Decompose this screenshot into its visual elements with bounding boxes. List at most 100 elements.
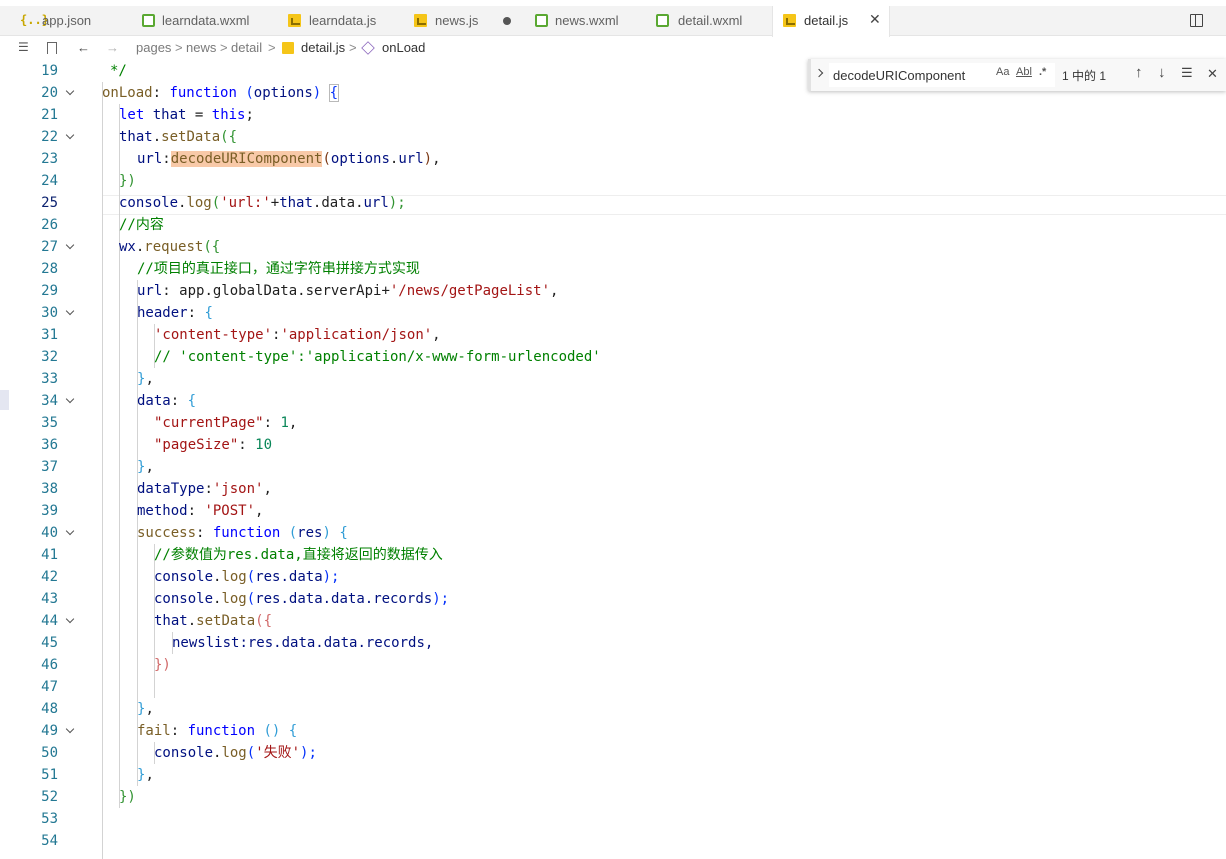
token: that [152,107,187,123]
code-line: }, [137,698,154,720]
line-number: 39 [41,503,58,519]
token: log [221,569,247,585]
code-line: dataType:'json', [137,478,272,500]
token: onLoad [102,85,153,101]
code-line: console.log('失败'); [154,742,317,764]
token: function [187,723,256,739]
line-number: 31 [41,327,58,343]
line-number: 36 [41,437,58,453]
split-editor-icon[interactable] [1190,14,1203,27]
whole-word-icon[interactable]: Abl [1016,66,1032,78]
code-line: url: app.globalData.serverApi+'/news/get… [137,280,558,302]
tab-learndata-js[interactable]: learndata.js [276,6,402,36]
comment-token: //项目的真正接口，通过字符串拼接方式实现 [137,261,420,277]
token: wx [119,239,136,255]
code-line: }) [154,654,171,676]
fold-chevron-icon[interactable] [64,302,76,324]
list-icon[interactable]: ☰ [18,40,29,54]
token: }) [119,789,136,805]
line-number: 47 [41,679,58,695]
comment-token: */ [110,63,127,79]
tab-detail-wxml[interactable]: detail.wxml [644,6,770,36]
fold-chevron-icon[interactable] [64,610,76,632]
fold-chevron-icon[interactable] [64,82,76,104]
code-line: // 'content-type':'application/x-www-for… [154,346,601,368]
token: , [145,767,154,783]
breadcrumb-news[interactable]: news [186,40,216,55]
token: setData [196,613,256,629]
token: newslist [172,635,240,651]
token: ); [300,745,317,761]
next-match-icon[interactable]: ↓ [1158,64,1166,81]
token: { [204,305,213,321]
token: "currentPage" [154,415,264,431]
token: ; [245,107,254,123]
line-number: 27 [41,239,58,255]
line-number: 50 [41,745,58,761]
fold-chevron-icon[interactable] [64,126,76,148]
fold-chevron-icon[interactable] [64,522,76,544]
token: .data. [312,195,364,211]
tab-label: detail.wxml [678,13,743,28]
code-line: that.setData({ [154,610,272,632]
token: that [279,195,313,211]
tab-app-json[interactable]: {..} app.json [12,6,128,36]
back-arrow-icon[interactable]: ← [77,40,90,55]
code-line: "currentPage": 1, [154,412,297,434]
close-find-icon[interactable]: ✕ [1207,66,1218,82]
token: 'POST' [204,503,256,519]
tab-learndata-wxml[interactable]: learndata.wxml [130,6,274,36]
line-number: 30 [41,305,58,321]
tab-label: learndata.js [309,13,377,28]
code-editor[interactable]: */ onLoad: function (options) { let that… [102,60,1226,859]
line-number: 49 [41,723,58,739]
breadcrumb-file[interactable]: detail.js [301,40,345,55]
breadcrumb-symbol[interactable]: onLoad [382,40,425,55]
token: url [137,283,163,299]
code-line: }) [119,170,136,192]
unsaved-dot-icon[interactable] [503,17,511,25]
find-in-selection-icon[interactable]: ☰ [1181,65,1193,81]
breadcrumb: ☰ ← → pages > news > detail > detail.js … [0,37,1226,59]
tab-news-wxml[interactable]: news.wxml [524,6,642,36]
code-line: */ [110,60,127,82]
token: url [363,195,389,211]
line-number: 54 [41,833,58,849]
line-number: 23 [41,151,58,167]
code-line: "pageSize": 10 [154,434,272,456]
fold-chevron-icon[interactable] [64,720,76,742]
token: console [154,745,214,761]
line-number-gutter: 19 20 21 22 23 24 25 26 27 28 29 30 31 32 33 34 35 36 37 38… [0,60,100,859]
regex-icon[interactable]: .* [1039,66,1046,78]
token: ); [322,569,340,585]
code-line: url:decodeURIComponent(options.url), [137,148,441,170]
code-line: console.log('url:'+that.data.url); [119,192,406,214]
token: method [137,503,188,519]
bookmark-icon[interactable] [47,42,57,54]
token: { [187,393,197,409]
token: : [263,415,281,431]
breadcrumb-detail[interactable]: detail [231,40,262,55]
token: log [221,745,247,761]
toggle-replace-chevron-icon[interactable] [815,68,825,78]
previous-match-icon[interactable]: ↑ [1135,64,1143,81]
line-number: 28 [41,261,58,277]
fold-chevron-icon[interactable] [64,390,76,412]
token: that [154,613,188,629]
token: ( [211,195,221,211]
token: 'content-type' [154,327,273,343]
token: ); [432,591,450,607]
match-case-icon[interactable]: Aa [996,66,1009,78]
close-tab-icon[interactable]: ✕ [869,11,881,28]
breadcrumb-pages[interactable]: pages [136,40,171,55]
token: , [432,327,441,343]
method-icon [361,41,375,55]
tab-detail-js[interactable]: detail.js ✕ [772,6,890,37]
indent-guide [102,82,103,859]
token: : [187,305,205,321]
fold-chevron-icon[interactable] [64,236,76,258]
line-number: 26 [41,217,58,233]
forward-arrow-icon[interactable]: → [106,40,119,55]
token: request [144,239,204,255]
js-file-icon [282,42,294,54]
